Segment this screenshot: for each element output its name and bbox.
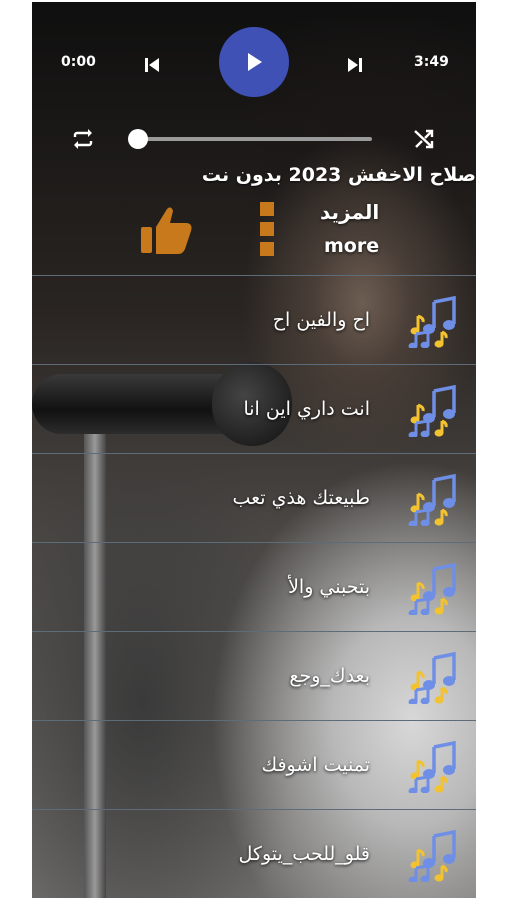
seek-bar-thumb[interactable]	[128, 129, 148, 149]
track-list: اح والفين اح انت داري اين انا طبيعتك هذي…	[32, 275, 476, 898]
music-notes-icon	[408, 295, 456, 348]
more-label-arabic[interactable]: المزيد	[320, 200, 379, 224]
track-title: تمنيت اشوفك	[261, 754, 370, 776]
elapsed-time: 0:00	[61, 54, 96, 70]
duration-time: 3:49	[414, 54, 449, 70]
more-vertical-icon	[260, 202, 274, 256]
music-notes-icon	[408, 740, 456, 793]
thumbs-up-icon	[141, 207, 192, 254]
track-row[interactable]: اح والفين اح	[32, 275, 476, 364]
track-title: اح والفين اح	[272, 309, 370, 331]
music-notes-icon	[408, 829, 456, 882]
seek-bar-track[interactable]	[136, 137, 372, 141]
track-row[interactable]: بتحبني والأ	[32, 542, 476, 631]
music-notes-icon	[408, 562, 456, 615]
like-button[interactable]	[136, 202, 196, 258]
track-title: طبيعتك هذي تعب	[232, 487, 370, 509]
next-button[interactable]	[341, 51, 369, 79]
track-row[interactable]: طبيعتك هذي تعب	[32, 453, 476, 542]
music-notes-icon	[408, 384, 456, 437]
track-row[interactable]: انت داري اين انا	[32, 364, 476, 453]
album-title: صلاح الاخفش 2023 بدون نت	[201, 164, 476, 186]
music-notes-icon	[408, 651, 456, 704]
track-row[interactable]: بعدك_وجع	[32, 631, 476, 720]
track-title: انت داري اين انا	[243, 398, 370, 420]
play-icon	[248, 53, 262, 71]
track-row[interactable]: تمنيت اشوفك	[32, 720, 476, 809]
skip-next-icon	[348, 58, 362, 72]
skip-previous-icon	[145, 58, 159, 72]
more-options-button[interactable]	[252, 198, 282, 260]
play-button[interactable]	[219, 27, 289, 97]
previous-button[interactable]	[138, 51, 166, 79]
music-notes-icon	[408, 473, 456, 526]
track-title: بعدك_وجع	[289, 665, 370, 687]
track-row[interactable]: قلو_للحب_يتوكل	[32, 809, 476, 898]
player-screen: 0:00 3:49 صلاح الاخفش 2023 بدون نت المزي…	[32, 2, 476, 898]
shuffle-icon	[414, 129, 434, 149]
repeat-button[interactable]	[68, 124, 98, 154]
track-title: قلو_للحب_يتوكل	[238, 843, 370, 865]
repeat-icon	[73, 129, 93, 149]
track-title: بتحبني والأ	[288, 576, 370, 598]
shuffle-button[interactable]	[409, 124, 439, 154]
more-label-english[interactable]: more	[324, 235, 379, 257]
